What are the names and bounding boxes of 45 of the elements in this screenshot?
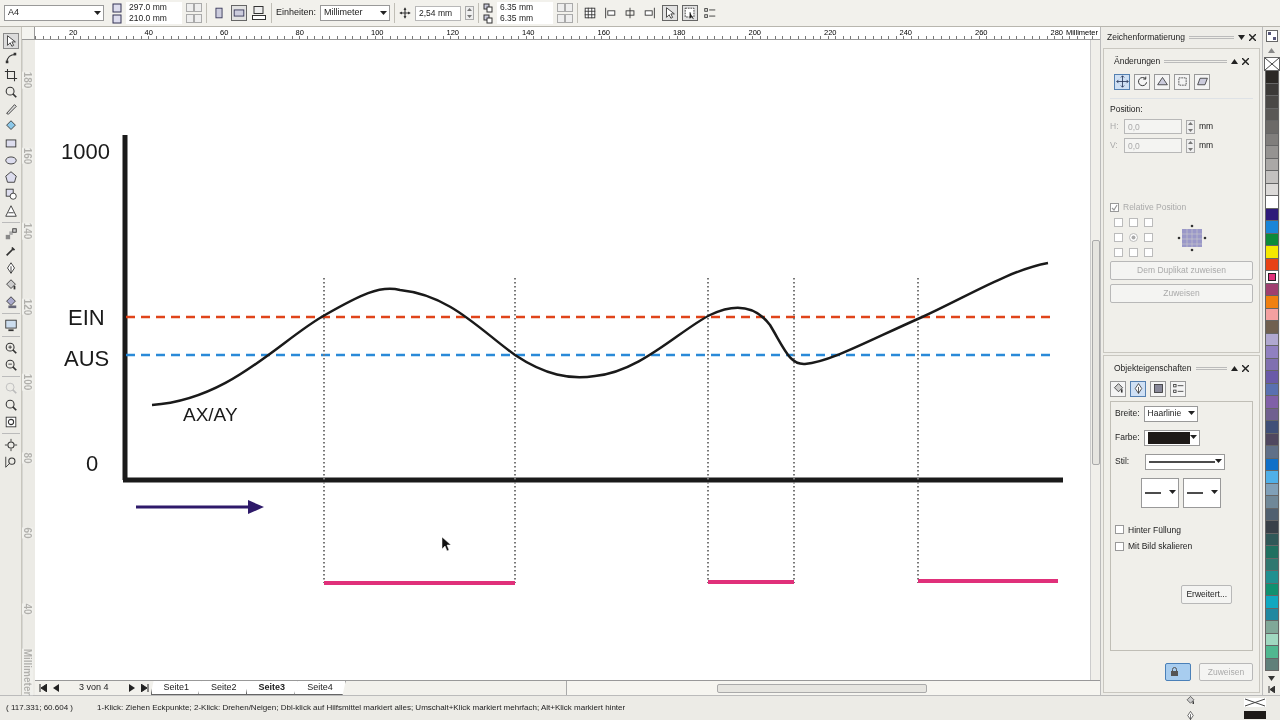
field-label: V:: [1110, 139, 1119, 153]
page-tab[interactable]: Seite3: [245, 681, 299, 695]
units-dropdown[interactable]: Millimeter: [320, 5, 391, 21]
ruler-label: 100: [22, 373, 33, 391]
field-label: Breite:: [1115, 407, 1140, 420]
size-field[interactable]: 210.0 mm: [126, 13, 182, 24]
curve-label: AX/AY: [183, 404, 238, 425]
unit-label: mm: [1199, 120, 1214, 134]
nudge-field[interactable]: 2,54 mm: [415, 5, 462, 21]
size-field[interactable]: 297.0 mm: [126, 2, 182, 13]
page-tab[interactable]: Seite2: [198, 681, 250, 695]
ruler-label: 180: [22, 71, 33, 89]
field-label: Stil:: [1115, 455, 1130, 468]
axis-label: 1000: [61, 139, 110, 164]
page-tab[interactable]: Seite1: [150, 681, 203, 695]
ruler-label: 40: [22, 602, 33, 615]
ruler-label: 80: [22, 451, 33, 464]
threshold-label: AUS: [64, 346, 110, 371]
ruler-label: 60: [22, 527, 33, 539]
units-label: Einheiten:: [276, 6, 317, 20]
duplicate-offset-field[interactable]: 6.35 mm: [497, 2, 554, 13]
ruler-label: 120: [22, 298, 33, 315]
checkbox-label: Hinter Füllung: [1128, 523, 1181, 537]
page-tab[interactable]: Seite4: [294, 681, 346, 695]
advanced-button[interactable]: Erweitert...: [1181, 585, 1232, 604]
page-counter: 3 von 4: [78, 681, 110, 695]
duplicate-offset-field[interactable]: 6.35 mm: [497, 13, 554, 24]
docker-title: Objekteigenschaften: [1114, 361, 1192, 375]
checkbox-label: Mit Bild skalieren: [1128, 540, 1193, 553]
docker-title: Zeichenformatierung: [1107, 31, 1185, 44]
docker-title: Änderungen: [1114, 54, 1161, 68]
ruler-unit-label: Millimeter: [22, 648, 33, 696]
ruler-label: 160: [22, 147, 33, 164]
ruler-label: 140: [22, 222, 33, 240]
axis-label: 0: [86, 451, 99, 476]
field-label: Farbe:: [1115, 431, 1140, 444]
position-label: Position:: [1110, 102, 1144, 116]
width-dropdown[interactable]: Haarlinie: [1143, 405, 1198, 422]
cursor-coordinates: ( 117.331; 60.604 ): [6, 702, 73, 714]
threshold-label: EIN: [68, 305, 105, 330]
paper-size-dropdown[interactable]: A4: [4, 5, 104, 21]
checkbox-label: Relative Position: [1123, 201, 1187, 214]
status-hint: 1-Klick: Ziehen Eckpunkte; 2-Klick: Drehen/Neigen; Dbl-klick auf Hilfsmittel markiert alles; Umschalt+Klick markiert mehrfach; Alt+Klick markiert hinter: [97, 702, 627, 714]
unit-label: mm: [1199, 139, 1214, 153]
field-label: H:: [1110, 120, 1120, 134]
